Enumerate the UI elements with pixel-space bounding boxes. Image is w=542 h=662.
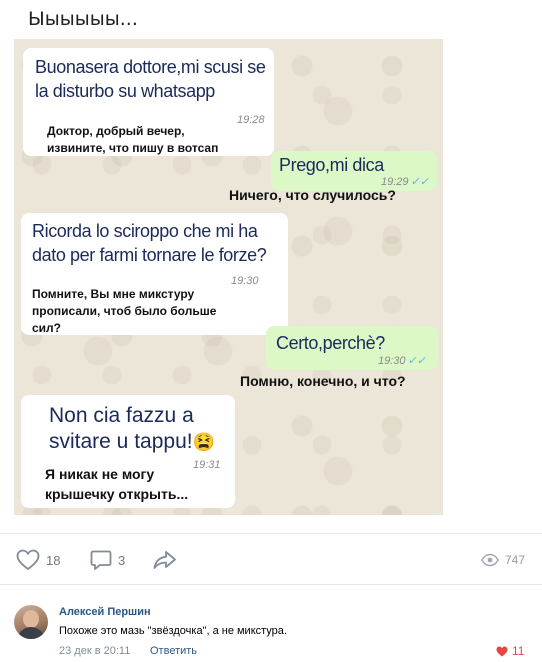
read-ticks-icon: ✓✓	[410, 176, 429, 188]
message-text: la disturbo su whatsapp	[35, 81, 215, 101]
avatar-face	[23, 610, 39, 628]
chat-bubble-incoming: Non cia fazzu a svitare u tappu!😫 19:31 …	[21, 395, 235, 508]
read-ticks-icon: ✓✓	[407, 355, 426, 367]
message-translation: Помню, конечно, и что?	[240, 373, 406, 389]
message-translation: извините, что пишу в вотсап	[47, 141, 219, 155]
comment-like-button[interactable]: 11	[496, 644, 524, 658]
avatar[interactable]	[14, 605, 48, 639]
views-counter: 747	[481, 547, 525, 573]
message-text: Certo,perchè?	[276, 333, 385, 353]
message-translation: крышечку открыть...	[45, 486, 189, 502]
message-text-part: svitare u tappu!	[49, 430, 193, 453]
message-text: Ricorda lo sciroppo che mi ha	[32, 221, 258, 241]
comment-author-link[interactable]: Алексей Першин	[59, 606, 151, 618]
post-title: Ыыыыыы...	[28, 8, 138, 30]
message-time: 19:30 ✓✓	[378, 354, 426, 367]
heart-icon	[16, 549, 40, 571]
comment-reply-link[interactable]: Ответить	[150, 645, 197, 657]
message-text: Prego,mi dica	[279, 155, 384, 175]
message-translation: Доктор, добрый вечер,	[47, 124, 185, 138]
message-time-value: 19:30	[378, 355, 406, 367]
message-text: dato per farmi tornare le forze?	[32, 245, 267, 265]
chat-bubble-incoming: Buonasera dottore,mi scusi se la disturb…	[23, 48, 274, 156]
like-count: 18	[46, 552, 61, 568]
message-translation: Ничего, что случилось?	[229, 187, 396, 203]
eye-icon	[481, 553, 499, 567]
message-time: 19:30	[231, 275, 259, 287]
share-arrow-icon	[153, 551, 176, 569]
tired-face-emoji-icon: 😫	[192, 432, 216, 452]
post-actions-bar: 18 3 747	[0, 533, 542, 585]
message-text: Non cia fazzu a	[49, 404, 194, 427]
comment-like-count: 11	[512, 644, 525, 658]
comment-icon	[90, 550, 112, 570]
share-button[interactable]	[152, 547, 178, 573]
avatar-shoulders	[17, 627, 45, 639]
message-time: 19:31	[193, 459, 221, 471]
comment-count: 3	[118, 552, 126, 568]
heart-filled-icon	[496, 646, 508, 656]
message-text: svitare u tappu!😫	[49, 430, 215, 454]
comment-text: Похоже это мазь "звёздочка", а не миксту…	[59, 625, 287, 637]
message-time: 19:28	[237, 114, 265, 126]
comment-date[interactable]: 23 дек в 20:11	[59, 645, 130, 657]
like-button[interactable]: 18	[16, 547, 60, 573]
message-translation: Помните, Вы мне микстуру	[32, 287, 195, 301]
chat-bubble-outgoing: Prego,mi dica 19:29 ✓✓	[271, 151, 437, 191]
comment-button[interactable]: 3	[90, 547, 125, 573]
message-translation: Я никак не могу	[45, 466, 155, 482]
views-count: 747	[505, 553, 526, 567]
chat-bubble-outgoing: Certo,perchè? 19:30 ✓✓	[266, 326, 438, 370]
chat-bubble-incoming: Ricorda lo sciroppo che mi ha dato per f…	[21, 213, 288, 335]
message-translation: прописали, чтоб было больше	[32, 304, 217, 318]
post-photo[interactable]: Buonasera dottore,mi scusi se la disturb…	[14, 39, 443, 515]
message-translation: сил?	[32, 321, 62, 335]
comment-item: Алексей Першин Похоже это мазь "звёздочк…	[0, 595, 542, 662]
message-text: Buonasera dottore,mi scusi se	[35, 57, 266, 77]
